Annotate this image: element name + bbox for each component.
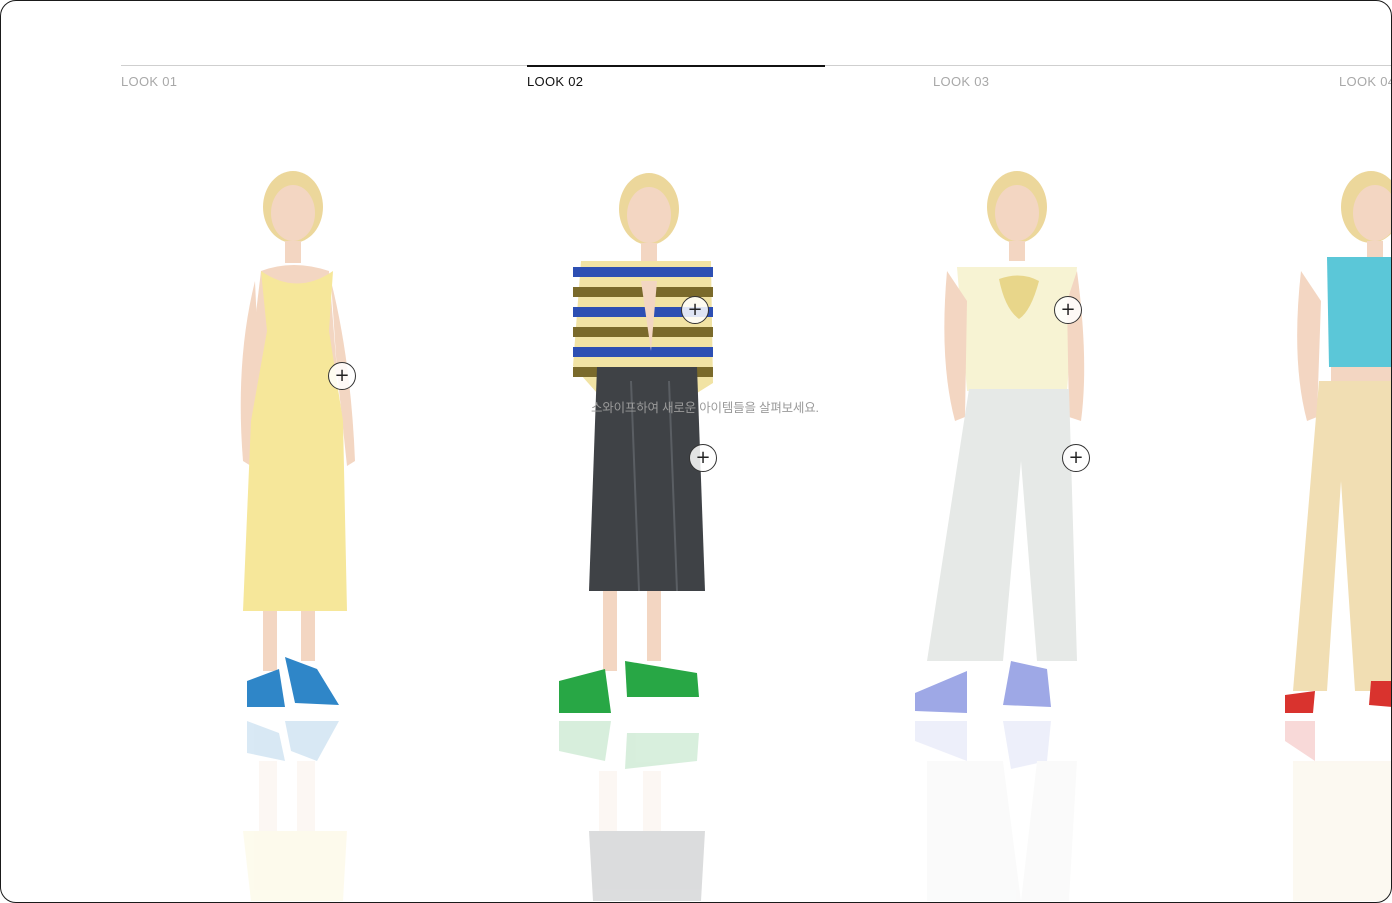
app-frame: LOOK 01 LOOK 02 LOOK 03 LOOK 04 + + + + …	[0, 0, 1392, 903]
plus-icon: +	[695, 447, 711, 468]
model-image	[240, 171, 355, 901]
look-tabs: LOOK 01 LOOK 02 LOOK 03 LOOK 04	[121, 65, 1392, 95]
add-item-button[interactable]: +	[689, 444, 717, 472]
plus-icon: +	[1060, 299, 1076, 320]
plus-icon: +	[334, 365, 350, 386]
tab-label: LOOK 01	[121, 74, 178, 89]
plus-icon: +	[1068, 447, 1084, 468]
model-image	[915, 171, 1085, 901]
plus-icon: +	[687, 299, 703, 320]
tab-spacer-line	[825, 65, 933, 95]
look-02-figure[interactable]: + +	[501, 121, 801, 901]
look-03-figure[interactable]: + +	[871, 121, 1171, 901]
tab-look-01[interactable]: LOOK 01	[121, 65, 527, 95]
tab-label: LOOK 03	[933, 74, 990, 89]
tab-progress-line	[825, 65, 933, 66]
tab-label: LOOK 02	[527, 74, 584, 89]
tab-progress-line	[1339, 65, 1391, 66]
tab-progress-line	[933, 65, 1339, 66]
add-item-button[interactable]: +	[328, 362, 356, 390]
add-item-button[interactable]: +	[1062, 444, 1090, 472]
add-item-button[interactable]: +	[1054, 296, 1082, 324]
tab-look-02[interactable]: LOOK 02	[527, 65, 825, 95]
model-image	[559, 173, 713, 901]
look-04-figure[interactable]	[1271, 121, 1391, 901]
tab-label: LOOK 04	[1339, 74, 1392, 89]
model-image	[1285, 171, 1391, 901]
tab-progress-line	[121, 65, 527, 66]
tab-progress-line	[527, 65, 825, 67]
look-01-figure[interactable]: +	[151, 121, 451, 901]
swipe-hint: 스와이프하여 새로운 아이템들을 살펴보세요.	[591, 401, 819, 415]
tab-look-04[interactable]: LOOK 04	[1339, 65, 1392, 95]
tab-look-03[interactable]: LOOK 03	[933, 65, 1339, 95]
add-item-button[interactable]: +	[681, 296, 709, 324]
